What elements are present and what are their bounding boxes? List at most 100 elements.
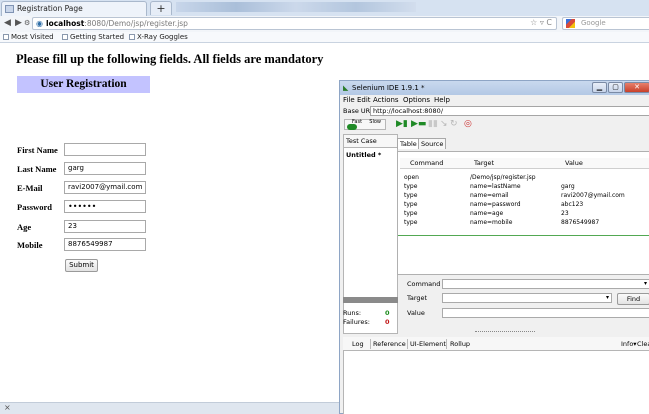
search-box[interactable]: Google bbox=[562, 17, 649, 30]
bookmark-folder-icon bbox=[3, 34, 9, 40]
chevron-down-icon[interactable]: ▾ bbox=[644, 280, 647, 287]
test-case-item[interactable]: Untitled * bbox=[346, 151, 381, 159]
rollup-icon[interactable]: ↻ bbox=[450, 119, 458, 130]
last-name-input[interactable]: garg bbox=[64, 162, 146, 175]
column-value[interactable]: Value bbox=[565, 159, 583, 167]
runs-counter: Runs: 0 bbox=[343, 309, 390, 317]
menu-actions[interactable]: Actions bbox=[373, 96, 399, 104]
ide-toolbar: Fast Slow ▶▮ ▶▬ ▮▮ ↘ ↻ ◎ bbox=[340, 118, 649, 132]
mobile-label: Mobile bbox=[17, 240, 43, 250]
submit-button[interactable]: Submit bbox=[65, 259, 98, 272]
tab-bar-glass bbox=[176, 2, 416, 12]
table-row[interactable]: open /Demo/jsp/register.jsp bbox=[398, 174, 649, 183]
table-row[interactable]: type name=email ravi2007@ymail.com bbox=[398, 192, 649, 201]
play-suite-icon[interactable]: ▶▮ bbox=[396, 119, 408, 130]
row-command: type bbox=[404, 183, 418, 190]
speed-slow-label: Slow bbox=[369, 119, 381, 125]
close-button[interactable]: ✕ bbox=[624, 82, 649, 93]
table-row[interactable]: type name=password abc123 bbox=[398, 201, 649, 210]
tab-rollup[interactable]: Rollup bbox=[450, 340, 470, 348]
email-input[interactable]: ravi2007@ymail.com bbox=[64, 181, 146, 194]
menu-edit[interactable]: Edit bbox=[357, 96, 371, 104]
speed-slider-knob[interactable] bbox=[347, 124, 357, 130]
search-placeholder: Google bbox=[581, 19, 606, 27]
tab-log[interactable]: Log bbox=[352, 340, 364, 348]
test-case-scrollbar[interactable] bbox=[343, 297, 398, 303]
row-command: open bbox=[404, 174, 419, 181]
ide-window-title: Selenium IDE 1.9.1 * bbox=[352, 84, 425, 92]
bookmark-star-icon[interactable]: ☆ ▿ C bbox=[530, 18, 552, 27]
last-name-label: Last Name bbox=[17, 164, 57, 174]
table-row[interactable]: type name=mobile 8876549987 bbox=[398, 219, 649, 228]
back-arrow-icon[interactable]: ◀ bbox=[4, 18, 11, 29]
speed-slider[interactable]: Fast Slow bbox=[344, 119, 386, 130]
target-field[interactable]: ▾ bbox=[442, 293, 612, 303]
row-target: name=password bbox=[470, 201, 521, 208]
tab-table[interactable]: Table bbox=[397, 138, 420, 149]
tab-reference[interactable]: Reference bbox=[373, 340, 406, 348]
bookmark-getting-started[interactable]: Getting Started bbox=[62, 32, 124, 42]
address-bar[interactable]: ◉ localhost:8080/Demo/jsp/register.jsp ☆… bbox=[32, 17, 557, 30]
minimize-button[interactable]: ▁ bbox=[592, 82, 607, 93]
log-output bbox=[343, 351, 649, 414]
bookmark-page-icon bbox=[129, 34, 135, 40]
age-input[interactable]: 23 bbox=[64, 220, 146, 233]
browser-nav-bar: ◀ ▶ ⚙ ◉ localhost:8080/Demo/jsp/register… bbox=[0, 16, 649, 32]
record-icon[interactable]: ◎ bbox=[464, 119, 472, 130]
google-logo-icon bbox=[566, 19, 575, 28]
log-level-dropdown[interactable]: Info▾ bbox=[621, 340, 637, 348]
row-target: name=lastName bbox=[470, 183, 521, 190]
menu-help[interactable]: Help bbox=[434, 96, 450, 104]
first-name-input[interactable] bbox=[64, 143, 146, 156]
command-field[interactable]: ▾ bbox=[442, 279, 649, 289]
bookmark-label: Most Visited bbox=[11, 33, 54, 41]
close-addon-bar-icon[interactable]: × bbox=[4, 403, 11, 412]
password-label: Password bbox=[17, 202, 52, 212]
forward-arrow-icon[interactable]: ▶ bbox=[15, 18, 22, 29]
runs-label: Runs: bbox=[343, 309, 362, 317]
table-row[interactable]: type name=lastName garg bbox=[398, 183, 649, 192]
ide-menu-bar: File Edit Actions Options Help bbox=[340, 95, 649, 106]
maximize-button[interactable]: ▢ bbox=[608, 82, 623, 93]
chevron-down-icon[interactable]: ▾ bbox=[606, 294, 609, 301]
mobile-input[interactable]: 8876549987 bbox=[64, 238, 146, 251]
browser-tab-registration[interactable]: Registration Page bbox=[1, 1, 147, 16]
value-field[interactable] bbox=[442, 308, 649, 318]
menu-options[interactable]: Options bbox=[403, 96, 430, 104]
command-table: Command Target Value open /Demo/jsp/regi… bbox=[397, 151, 649, 275]
menu-file[interactable]: File bbox=[343, 96, 355, 104]
base-url-input[interactable]: http://localhost:8080/ bbox=[370, 106, 649, 116]
selenium-logo-icon: ◣ bbox=[343, 84, 349, 92]
log-tabs: Log Reference UI-Element Rollup Info▾ Cl… bbox=[343, 337, 649, 351]
column-command[interactable]: Command bbox=[410, 159, 443, 167]
password-input[interactable]: •••••• bbox=[64, 200, 146, 213]
bookmark-most-visited[interactable]: Most Visited bbox=[3, 32, 54, 42]
pause-icon[interactable]: ▮▮ bbox=[428, 119, 438, 130]
bookmark-page-icon bbox=[62, 34, 68, 40]
tab-ui-element[interactable]: UI-Element bbox=[410, 340, 446, 348]
table-row[interactable]: type name=age 23 bbox=[398, 210, 649, 219]
table-insert-line bbox=[398, 235, 649, 236]
tab-source[interactable]: Source bbox=[418, 138, 447, 149]
selenium-ide-window: ◣ Selenium IDE 1.9.1 * ▁ ▢ ✕ File Edit A… bbox=[339, 80, 649, 414]
step-icon[interactable]: ↘ bbox=[440, 119, 448, 130]
ide-title-bar[interactable]: ◣ Selenium IDE 1.9.1 * ▁ ▢ ✕ bbox=[340, 81, 649, 95]
new-tab-button[interactable]: + bbox=[150, 1, 172, 15]
row-value: ravi2007@ymail.com bbox=[561, 192, 625, 199]
find-button[interactable]: Find bbox=[617, 293, 649, 305]
target-field-label: Target bbox=[407, 294, 428, 302]
column-target[interactable]: Target bbox=[474, 159, 494, 167]
tab-test-case[interactable]: Test Case bbox=[344, 135, 397, 148]
bookmark-label: X-Ray Goggles bbox=[137, 33, 188, 41]
row-value: abc123 bbox=[561, 201, 584, 208]
panel-splitter[interactable] bbox=[475, 331, 535, 334]
tab-divider bbox=[407, 339, 408, 349]
browser-tab-title: Registration Page bbox=[17, 4, 83, 13]
address-host: localhost bbox=[46, 19, 85, 28]
value-field-label: Value bbox=[407, 309, 425, 317]
globe-icon: ◉ bbox=[36, 19, 43, 28]
play-test-icon[interactable]: ▶▬ bbox=[411, 119, 426, 130]
site-identity-icon[interactable]: ⚙ bbox=[24, 18, 30, 29]
bookmark-xray-goggles[interactable]: X-Ray Goggles bbox=[129, 32, 188, 42]
clear-log-button[interactable]: Clea bbox=[637, 340, 649, 348]
